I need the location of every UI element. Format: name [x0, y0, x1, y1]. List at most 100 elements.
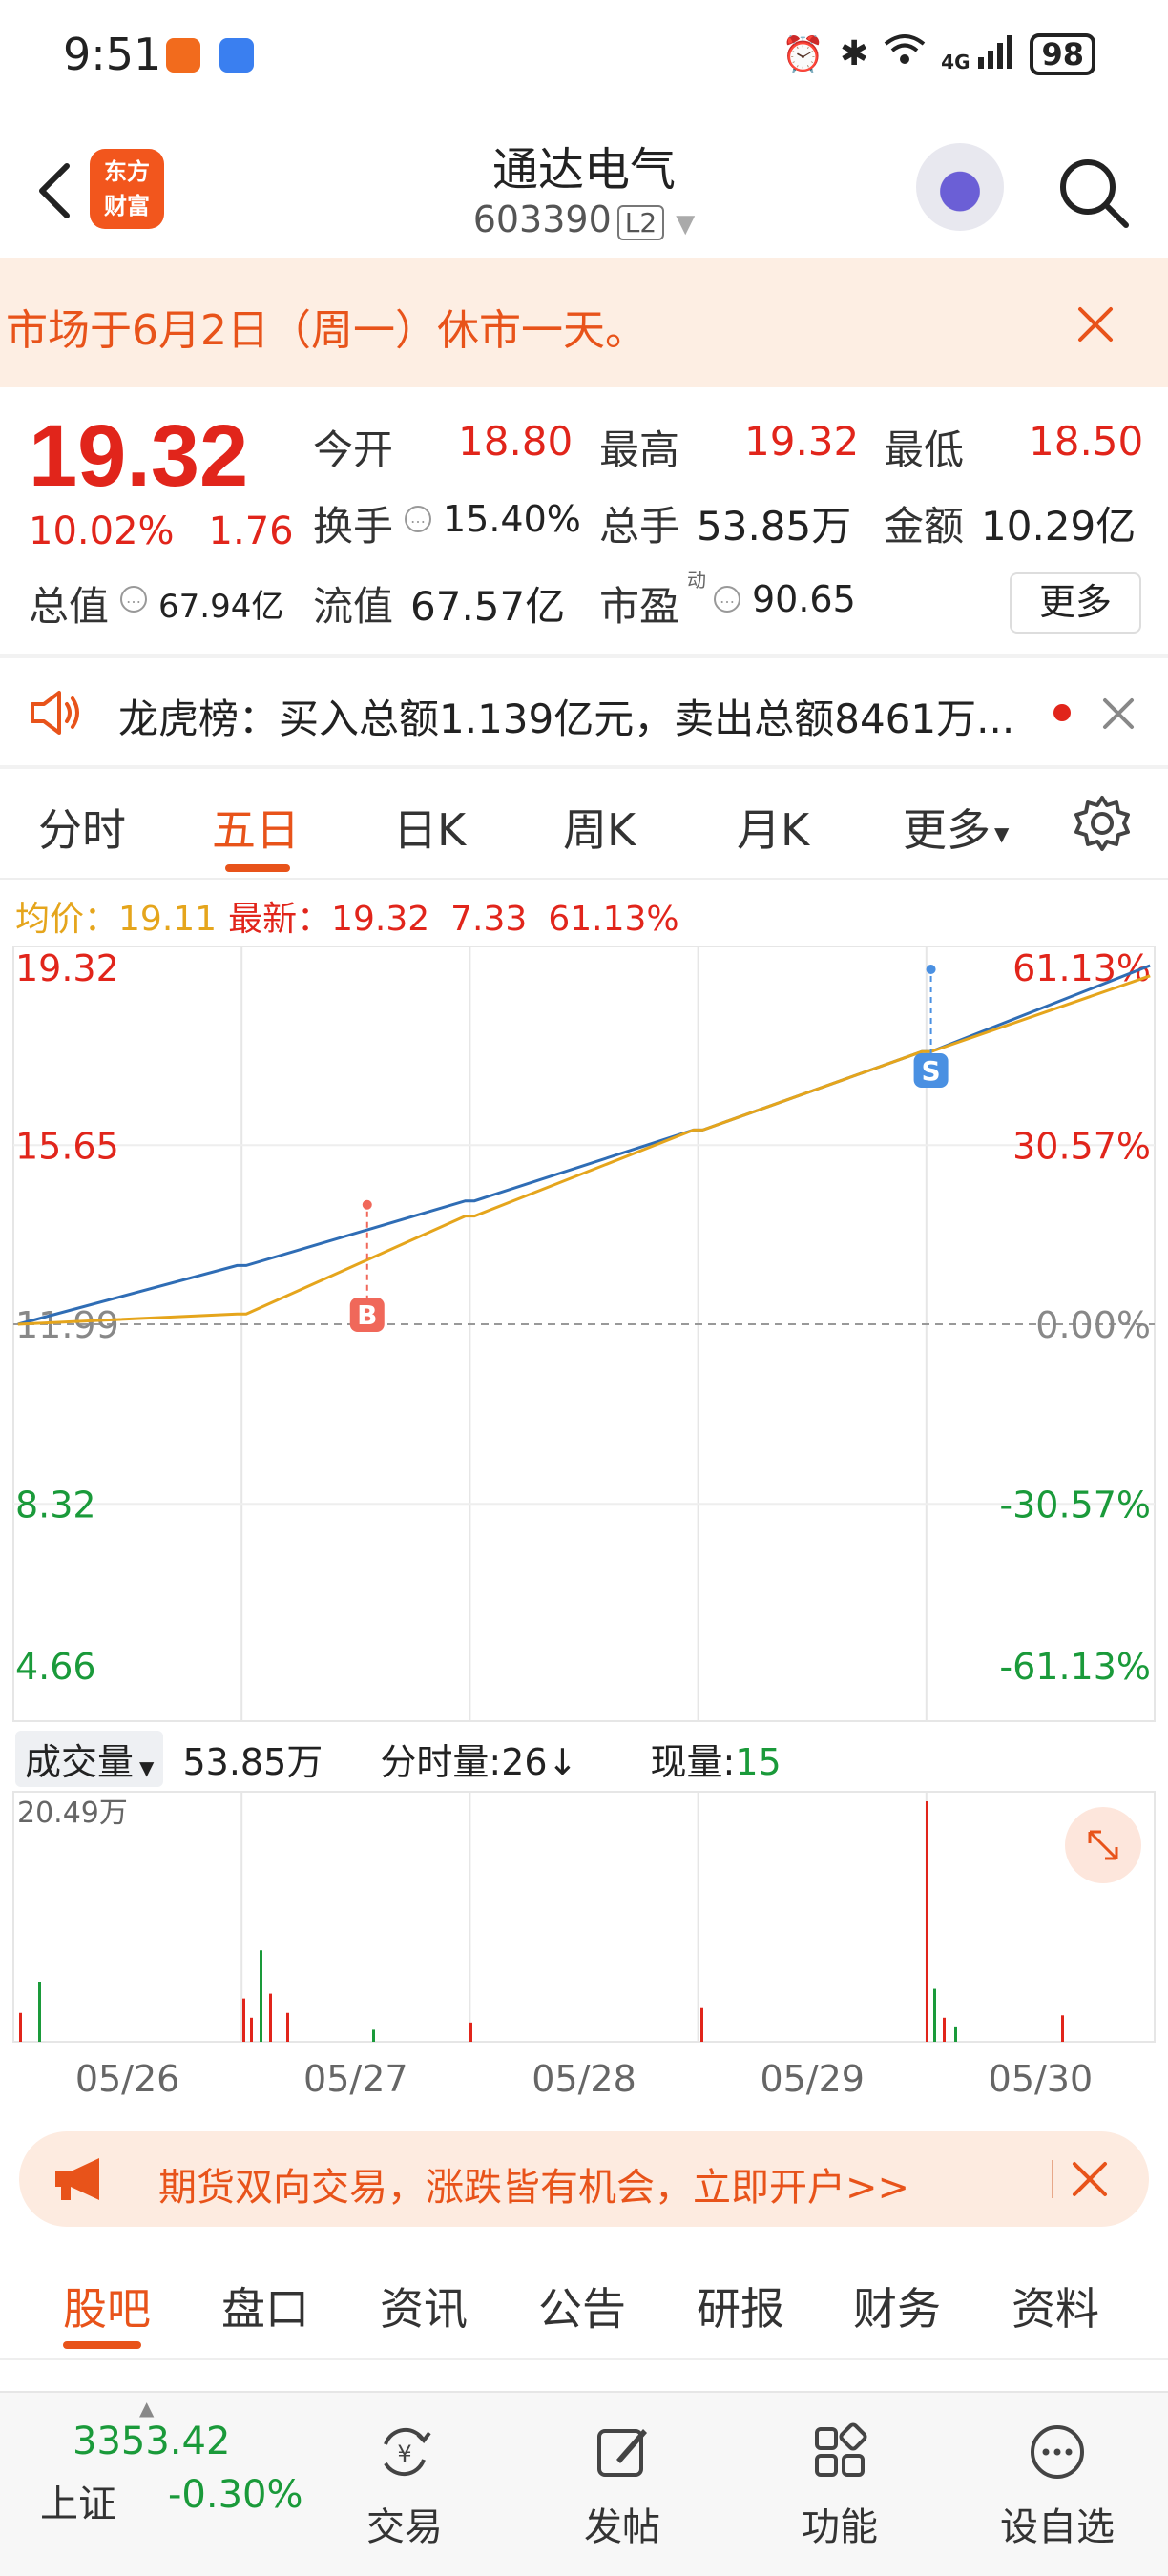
current-price: 19.32: [29, 407, 249, 505]
speaker-icon: [31, 691, 79, 735]
market-cap-value: 67.94亿: [158, 588, 284, 626]
info-icon[interactable]: …: [405, 506, 431, 532]
info-icon[interactable]: …: [120, 586, 147, 613]
x-axis-date-label: 05/29: [760, 2058, 865, 2100]
float-cap-label: 流值: [313, 583, 394, 630]
nav-trade[interactable]: ¥ 交易: [328, 2421, 481, 2551]
float-cap-value: 67.57亿: [410, 583, 566, 630]
close-icon[interactable]: [1069, 2158, 1111, 2200]
divider: [1052, 2160, 1053, 2198]
nav-add-watchlist-label: 设自选: [1000, 2505, 1115, 2549]
change-amount: 1.76: [208, 509, 294, 553]
bluetooth-icon: ✱: [839, 34, 869, 73]
volume-bar: [269, 1993, 272, 2042]
x-axis-date-label: 05/26: [75, 2058, 180, 2100]
info-icon[interactable]: …: [714, 586, 740, 613]
stock-header: 东方 财富 通达电气 603390 L2 ▼: [0, 114, 1168, 258]
tab-order-book[interactable]: 盘口: [221, 2275, 309, 2337]
gear-icon[interactable]: [1073, 794, 1132, 853]
turnover-label: 换手: [313, 503, 394, 550]
assistant-robot-icon[interactable]: [916, 143, 1004, 231]
avg-price-line: [17, 974, 1151, 1326]
wifi-icon: [884, 32, 926, 75]
current-volume: 15: [735, 1741, 782, 1783]
status-indicators: ⏰ ✱ 4G 98: [782, 32, 1095, 75]
app-notification-icon: [219, 38, 254, 73]
volume-bar: [926, 1801, 928, 2042]
avg-price-label: 均价：: [15, 900, 119, 939]
active-tab-indicator: [225, 864, 290, 872]
app-notification-icon: [166, 38, 200, 73]
total-volume: 53.85万: [182, 1741, 323, 1783]
latest-change: 7.33: [450, 900, 528, 939]
low-label: 最低: [884, 426, 965, 473]
more-quote-button[interactable]: 更多: [1010, 572, 1141, 634]
volume-bar: [943, 2017, 946, 2042]
tab-financials[interactable]: 财务: [853, 2275, 941, 2337]
volume-label: 总手: [599, 503, 680, 550]
avg-price-value: 19.11: [118, 900, 218, 939]
price-chart-frame: [12, 946, 1156, 1722]
volume-max-label: 20.49万: [17, 1797, 128, 1830]
dragon-tiger-banner[interactable]: 龙虎榜：买入总额1.139亿元，卖出总额8461万...: [0, 658, 1168, 765]
tab-weekly-k[interactable]: 周K: [563, 796, 636, 859]
tab-forum[interactable]: 股吧: [63, 2275, 151, 2337]
y-axis-price-label: 19.32: [15, 947, 119, 989]
amount-value: 10.29亿: [981, 503, 1137, 550]
stock-code: 603390: [472, 198, 612, 240]
open-label: 今开: [313, 426, 394, 473]
unread-dot: [1053, 704, 1071, 721]
trade-icon: ¥: [384, 2427, 431, 2477]
tab-monthly-k[interactable]: 月K: [737, 796, 809, 859]
volume-indicator-select[interactable]: 成交量 ▼: [15, 1731, 164, 1787]
close-icon[interactable]: [1099, 695, 1137, 733]
volume-value: 53.85万: [697, 503, 852, 550]
volume-bar: [19, 2012, 22, 2042]
pe-superscript: 动: [687, 569, 706, 592]
y-axis-percent-label: -30.57%: [999, 1484, 1151, 1526]
nav-post[interactable]: 发帖: [546, 2421, 699, 2551]
volume-bar: [954, 2026, 957, 2042]
tab-intraday[interactable]: 分时: [38, 796, 126, 859]
tab-announcements[interactable]: 公告: [538, 2275, 626, 2337]
tab-more[interactable]: 更多 ▼: [903, 796, 1009, 859]
pe-value: 90.65: [752, 578, 856, 620]
tab-daily-k[interactable]: 日K: [393, 796, 466, 859]
tab-news[interactable]: 资讯: [380, 2275, 468, 2337]
tab-five-day[interactable]: 五日: [212, 796, 300, 859]
volume-bar: [933, 1988, 936, 2042]
ad-text: 期货双向交易，涨跌皆有机会，立即开户>>: [158, 2166, 910, 2210]
status-time: 9:51: [63, 29, 162, 80]
search-icon[interactable]: [1053, 153, 1134, 233]
chevron-down-icon: ▼: [139, 1756, 155, 1779]
expand-up-icon[interactable]: ▲: [139, 2397, 154, 2420]
nav-add-watchlist[interactable]: 设自选: [981, 2421, 1134, 2551]
volume-bar: [286, 2012, 289, 2042]
market-cap-label: 总值: [29, 583, 110, 630]
level2-badge: L2: [616, 205, 665, 240]
quote-panel: 19.32 10.02% 1.76 今开 18.80 最高 19.32 最低 18…: [0, 387, 1168, 654]
index-value[interactable]: 3353.42: [73, 2420, 230, 2463]
x-axis-date-label: 05/28: [532, 2058, 636, 2100]
volume-bar: [242, 1998, 245, 2042]
tab-profile[interactable]: 资料: [1012, 2275, 1099, 2337]
y-axis-price-label: 4.66: [15, 1646, 96, 1688]
open-value: 18.80: [458, 418, 574, 465]
tab-research[interactable]: 研报: [697, 2275, 784, 2337]
close-icon[interactable]: [1069, 298, 1122, 351]
high-label: 最高: [599, 426, 680, 473]
latest-price-label: 最新：: [228, 900, 332, 939]
volume-header: 成交量 ▼ 53.85万 分时量:26↓ 现量:15: [15, 1731, 782, 1787]
nav-functions[interactable]: 功能: [763, 2421, 916, 2551]
volume-bar: [250, 2017, 253, 2042]
y-axis-percent-label: 0.00%: [1035, 1304, 1151, 1346]
change-percent: 10.02%: [29, 509, 175, 553]
futures-ad-banner[interactable]: 期货双向交易，涨跌皆有机会，立即开户>>: [19, 2131, 1149, 2227]
five-day-chart[interactable]: 19.32 61.13%15.65 30.57%11.99 0.00%8.32 -30.…: [0, 946, 1168, 2158]
tick-volume: 26↓: [501, 1741, 578, 1783]
marker-dot: [362, 1199, 372, 1210]
notice-text: 市场于6月2日（周一）休市一天。: [6, 306, 647, 355]
megaphone-icon: [55, 2158, 99, 2200]
y-axis-percent-label: -61.13%: [999, 1646, 1151, 1688]
y-axis-price-label: 15.65: [15, 1125, 119, 1167]
